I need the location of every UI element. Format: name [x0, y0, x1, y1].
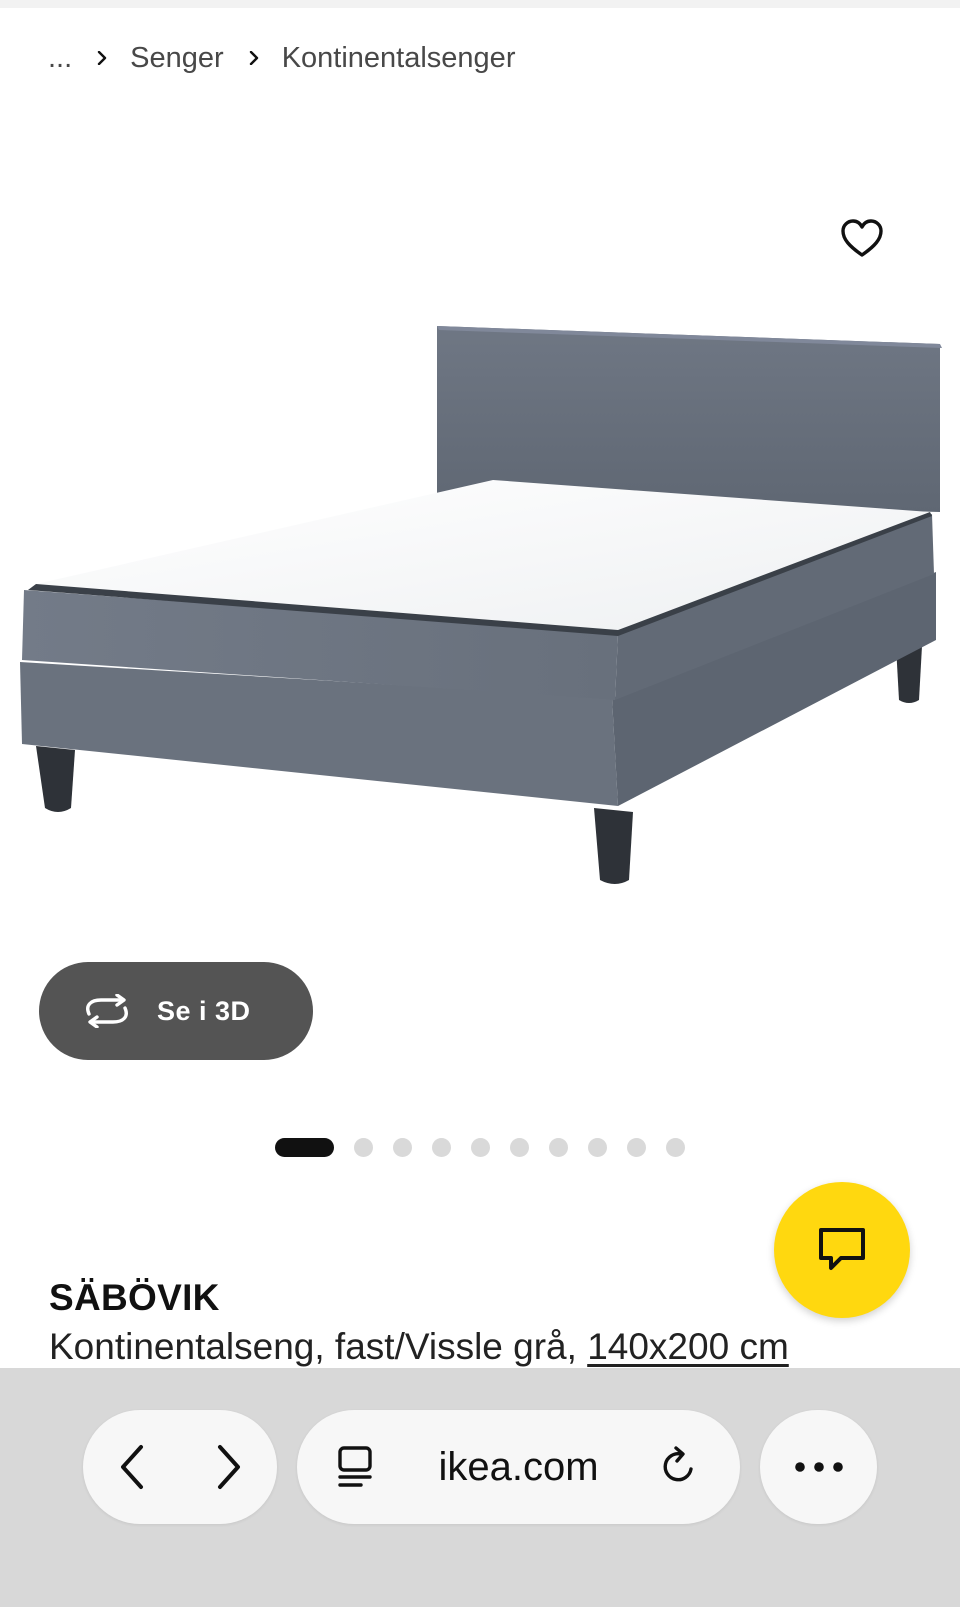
view-3d-label: Se i 3D: [157, 995, 251, 1026]
chat-icon: [819, 1228, 865, 1270]
chevron-left-icon: [120, 1445, 143, 1489]
product-description-text: Kontinentalseng, fast/Vissle grå,: [49, 1326, 577, 1367]
top-strip: [0, 0, 960, 8]
navigation-pill: [83, 1410, 277, 1524]
chevron-right-icon: [248, 51, 260, 65]
gallery-dot[interactable]: [471, 1137, 490, 1157]
breadcrumb-ellipsis[interactable]: ...: [48, 42, 72, 75]
back-button[interactable]: [83, 1410, 180, 1524]
rotate-3d-icon: [81, 991, 135, 1031]
gallery-dot[interactable]: [666, 1137, 685, 1157]
address-bar[interactable]: ikea.com: [297, 1410, 740, 1524]
breadcrumb: ... Senger Kontinentalsenger: [48, 38, 515, 78]
gallery-dot[interactable]: [393, 1137, 412, 1157]
gallery-dot[interactable]: [588, 1137, 607, 1157]
reload-icon[interactable]: [657, 1445, 701, 1489]
more-icon: [794, 1462, 843, 1472]
product-image[interactable]: [0, 300, 960, 940]
gallery-dot[interactable]: [549, 1137, 568, 1157]
chat-button[interactable]: [774, 1182, 910, 1318]
breadcrumb-senger[interactable]: Senger: [130, 42, 224, 75]
breadcrumb-kontinentalsenger[interactable]: Kontinentalsenger: [282, 42, 516, 75]
gallery-dot[interactable]: [354, 1137, 373, 1157]
view-3d-button[interactable]: Se i 3D: [39, 962, 313, 1060]
heart-icon: [841, 219, 883, 257]
more-button[interactable]: [760, 1410, 877, 1524]
browser-toolbar: ikea.com: [0, 1368, 960, 1607]
product-name: SÄBÖVIK: [49, 1277, 220, 1318]
forward-button[interactable]: [180, 1410, 277, 1524]
gallery-dot[interactable]: [432, 1137, 451, 1157]
chevron-right-icon: [217, 1445, 240, 1489]
gallery-indicator: [275, 1137, 705, 1157]
product-size-link[interactable]: 140x200 cm: [587, 1326, 789, 1367]
gallery-dot-active[interactable]: [275, 1137, 334, 1157]
gallery-dot[interactable]: [627, 1137, 646, 1157]
favorite-button[interactable]: [838, 214, 886, 262]
product-description: Kontinentalseng, fast/Vissle grå, 140x20…: [49, 1326, 789, 1368]
chevron-right-icon: [96, 51, 108, 65]
gallery-dot[interactable]: [510, 1137, 529, 1157]
